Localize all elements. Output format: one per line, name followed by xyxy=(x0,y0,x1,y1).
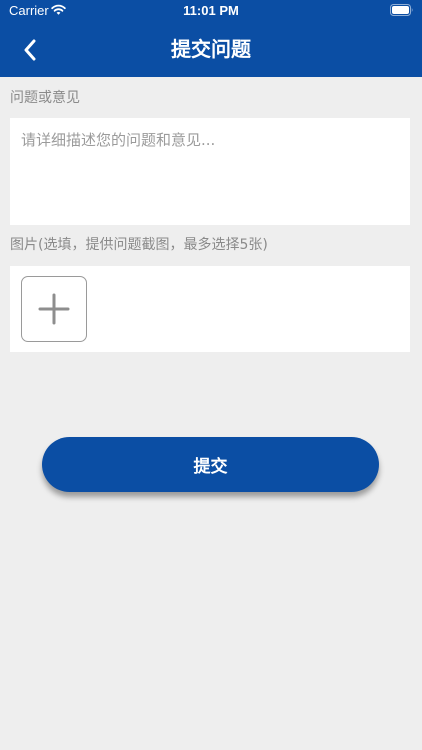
images-label: 图片(选填，提供问题截图，最多选择5张) xyxy=(10,237,268,253)
status-bar: Carrier 11:01 PM xyxy=(0,0,422,22)
battery-full-icon xyxy=(390,4,413,16)
image-upload-panel xyxy=(10,266,410,352)
add-image-button[interactable] xyxy=(21,276,87,342)
status-time: 11:01 PM xyxy=(183,3,239,18)
feedback-label: 问题或意见 xyxy=(10,90,80,106)
app-header: Carrier 11:01 PM 提交问题 xyxy=(0,0,422,77)
feedback-container xyxy=(10,118,410,225)
submit-button[interactable]: 提交 xyxy=(42,437,379,492)
feedback-input[interactable] xyxy=(10,118,410,225)
plus-icon xyxy=(38,293,70,325)
page-title: 提交问题 xyxy=(171,37,251,61)
